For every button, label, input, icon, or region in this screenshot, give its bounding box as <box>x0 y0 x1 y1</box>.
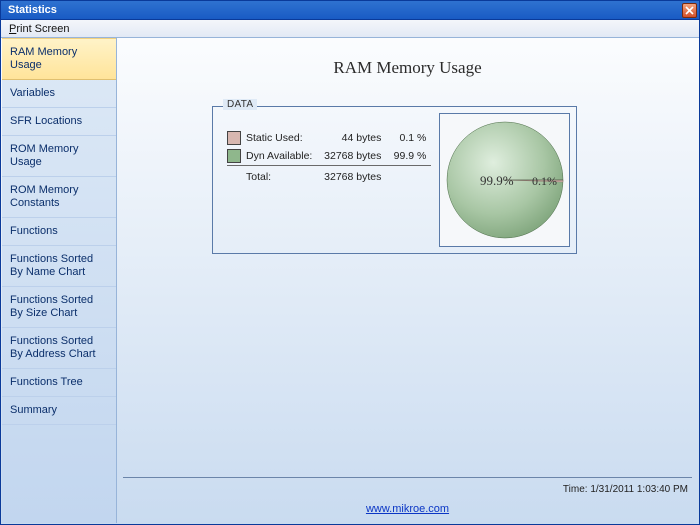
footer-link-wrap: www.mikroe.com <box>117 503 698 515</box>
legend-row-total: Total: 32768 bytes <box>227 166 431 186</box>
sidebar-item-rom-constants[interactable]: ROM Memory Constants <box>2 177 116 218</box>
menubar: Print Screen <box>1 20 699 38</box>
legend-label: Total: <box>246 166 317 186</box>
sidebar-item-fn-tree[interactable]: Functions Tree <box>2 369 116 397</box>
content: RAM Memory Usage DATA Static Used: 44 by… <box>117 38 698 523</box>
footer-time: Time: 1/31/2011 1:03:40 PM <box>563 484 688 495</box>
pie-label-dyn: 99.9% <box>480 173 514 188</box>
body: RAM Memory Usage Variables SFR Locations… <box>2 38 698 523</box>
legend-value: 32768 bytes <box>317 147 386 166</box>
swatch-dyn <box>227 149 241 163</box>
pie-label-static: 0.1% <box>532 174 557 188</box>
legend-label: Static Used: <box>246 129 317 147</box>
legend-row-static: Static Used: 44 bytes 0.1 % <box>227 129 431 147</box>
sidebar-item-ram[interactable]: RAM Memory Usage <box>2 38 116 80</box>
page-title: RAM Memory Usage <box>117 58 698 78</box>
legend-label: Dyn Available: <box>246 147 317 166</box>
sidebar-item-variables[interactable]: Variables <box>2 80 116 108</box>
sidebar-item-summary[interactable]: Summary <box>2 397 116 425</box>
sidebar-item-functions[interactable]: Functions <box>2 218 116 246</box>
group-label: DATA <box>223 99 257 110</box>
legend-pct: 99.9 % <box>386 147 431 166</box>
menu-print-screen[interactable]: Print Screen <box>1 22 78 36</box>
sidebar-item-sfr[interactable]: SFR Locations <box>2 108 116 136</box>
footer-rule <box>123 477 692 478</box>
data-legend: Static Used: 44 bytes 0.1 % Dyn Availabl… <box>213 107 439 253</box>
swatch-static <box>227 131 241 145</box>
legend-value: 44 bytes <box>317 129 386 147</box>
statistics-window: Statistics Print Screen RAM Memory Usage… <box>0 0 700 525</box>
titlebar: Statistics <box>1 1 699 20</box>
close-icon <box>685 6 694 15</box>
sidebar-item-fn-name[interactable]: Functions Sorted By Name Chart <box>2 246 116 287</box>
legend-value: 32768 bytes <box>317 166 386 186</box>
sidebar-item-fn-size[interactable]: Functions Sorted By Size Chart <box>2 287 116 328</box>
sidebar: RAM Memory Usage Variables SFR Locations… <box>2 38 117 523</box>
footer-link[interactable]: www.mikroe.com <box>366 503 449 515</box>
sidebar-item-rom-usage[interactable]: ROM Memory Usage <box>2 136 116 177</box>
close-button[interactable] <box>682 3 697 18</box>
data-group: DATA Static Used: 44 bytes 0.1 % Dyn Ava… <box>212 106 577 254</box>
legend-pct: 0.1 % <box>386 129 431 147</box>
window-title: Statistics <box>8 4 57 16</box>
pie-panel: 99.9% 0.1% <box>439 113 570 247</box>
legend-row-dyn: Dyn Available: 32768 bytes 99.9 % <box>227 147 431 166</box>
pie-chart: 99.9% 0.1% <box>439 115 570 245</box>
sidebar-item-fn-address[interactable]: Functions Sorted By Address Chart <box>2 328 116 369</box>
